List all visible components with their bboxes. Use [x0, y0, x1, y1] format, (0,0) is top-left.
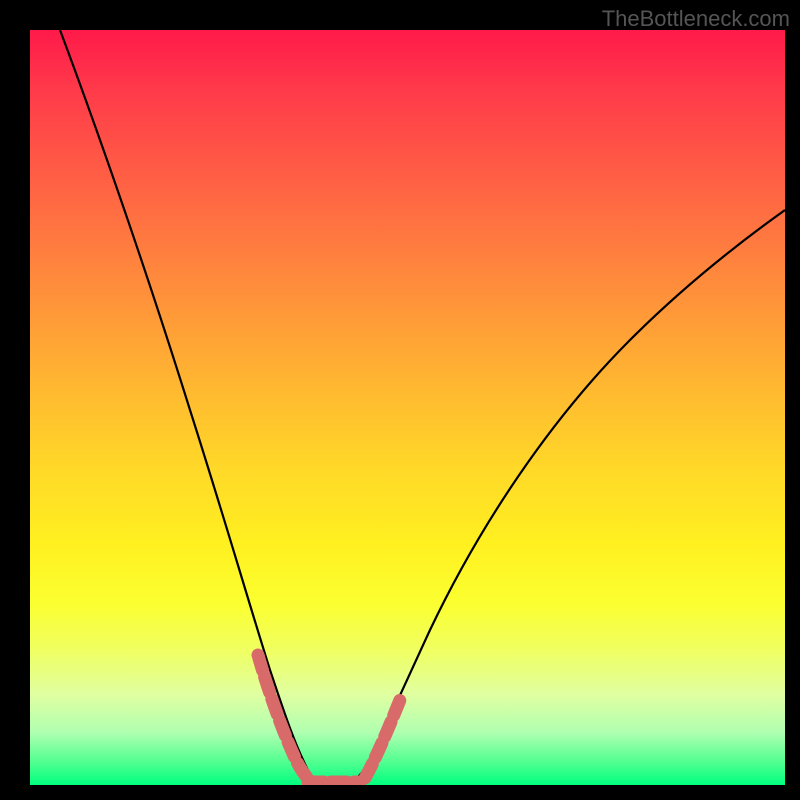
- bottleneck-curve-path: [60, 30, 785, 783]
- chart-svg: [30, 30, 785, 785]
- chart-plot-area: [30, 30, 785, 785]
- highlight-right-path: [365, 695, 402, 778]
- watermark-text: TheBottleneck.com: [602, 6, 790, 32]
